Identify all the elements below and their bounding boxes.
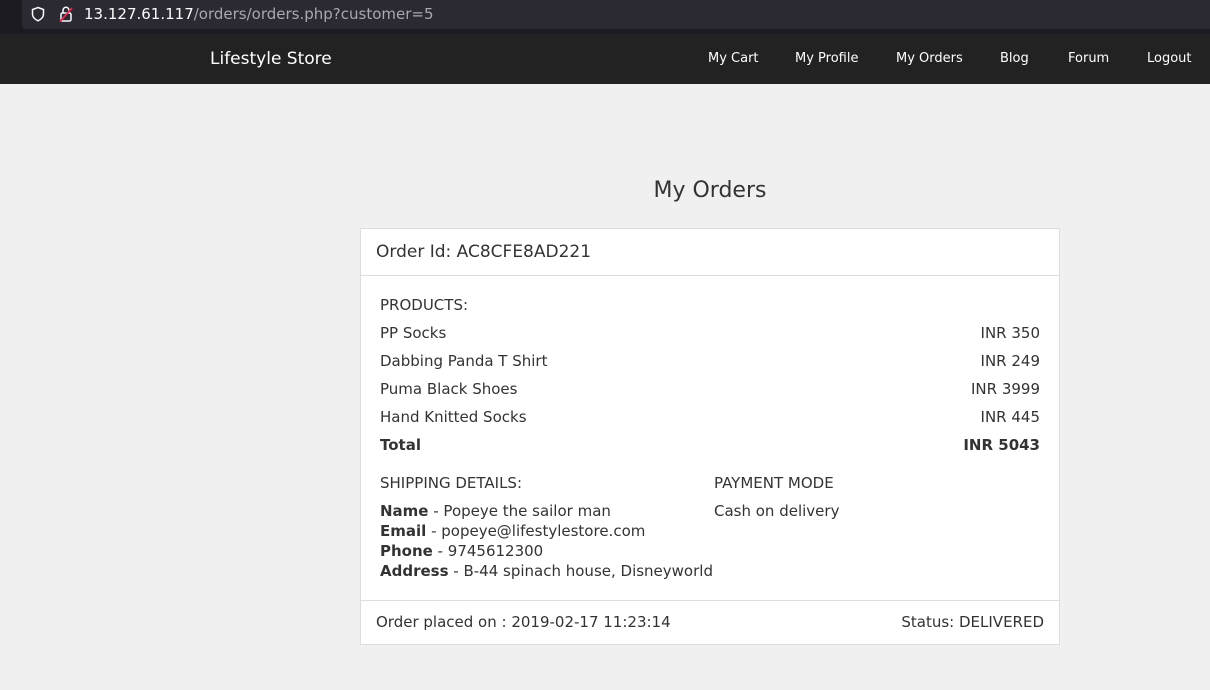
nav-my-cart[interactable]: My Cart	[708, 50, 759, 68]
total-row: Total INR 5043	[380, 435, 1040, 455]
order-id: Order Id: AC8CFE8AD221	[361, 229, 1059, 276]
product-price: INR 249	[980, 352, 1040, 370]
order-panel: Order Id: AC8CFE8AD221 PRODUCTS: PP Sock…	[360, 228, 1060, 645]
shipping-title: SHIPPING DETAILS:	[380, 474, 522, 492]
shipping-address-value: - B-44 spinach house, Disneyworld	[448, 562, 713, 580]
page-title: My Orders	[653, 178, 767, 203]
product-row: PP Socks INR 350	[380, 323, 1040, 343]
shipping-address: Address - B-44 spinach house, Disneyworl…	[380, 561, 713, 581]
products-title: PRODUCTS:	[380, 296, 469, 314]
order-placed-on: Order placed on : 2019-02-17 11:23:14	[376, 613, 671, 631]
order-body: PRODUCTS: PP Socks INR 350 Dabbing Panda…	[361, 276, 1059, 601]
nav-my-profile[interactable]: My Profile	[795, 50, 858, 68]
browser-toolbar: 13.127.61.117/orders/orders.php?customer…	[0, 0, 1210, 34]
shipping-phone-label: Phone	[380, 542, 433, 560]
shipping-name: Name - Popeye the sailor man	[380, 501, 611, 521]
url-host: 13.127.61.117	[84, 5, 194, 23]
product-row: Hand Knitted Socks INR 445	[380, 407, 1040, 427]
product-name: PP Socks	[380, 324, 447, 342]
order-footer: Order placed on : 2019-02-17 11:23:14 St…	[361, 601, 1059, 644]
url-path: /orders/orders.php?customer=5	[193, 5, 434, 23]
nav-logout[interactable]: Logout	[1147, 50, 1192, 68]
nav-my-orders[interactable]: My Orders	[896, 50, 963, 68]
shipping-phone-value: - 9745612300	[432, 542, 544, 560]
url-text[interactable]: 13.127.61.117/orders/orders.php?customer…	[84, 5, 434, 23]
navbar: Lifestyle Store My Cart My Profile My Or…	[0, 34, 1210, 84]
product-row: Puma Black Shoes INR 3999	[380, 379, 1040, 399]
product-price: INR 3999	[970, 380, 1040, 398]
product-row: Dabbing Panda T Shirt INR 249	[380, 351, 1040, 371]
total-label: Total	[380, 436, 421, 454]
shipping-name-value: - Popeye the sailor man	[428, 502, 611, 520]
total-value: INR 5043	[963, 436, 1040, 454]
shipping-name-label: Name	[380, 502, 429, 520]
shipping-email-value: - popeye@lifestylestore.com	[426, 522, 646, 540]
product-price: INR 350	[980, 324, 1040, 342]
order-status: Status: DELIVERED	[901, 613, 1044, 631]
lock-icon[interactable]	[58, 5, 74, 23]
shipping-email-label: Email	[380, 522, 427, 540]
payment-value: Cash on delivery	[714, 502, 840, 520]
product-name: Puma Black Shoes	[380, 380, 518, 398]
shipping-phone: Phone - 9745612300	[380, 541, 543, 561]
address-bar[interactable]: 13.127.61.117/orders/orders.php?customer…	[22, 0, 1210, 29]
shipping-address-label: Address	[380, 562, 449, 580]
product-name: Hand Knitted Socks	[380, 408, 527, 426]
product-name: Dabbing Panda T Shirt	[380, 352, 548, 370]
nav-blog[interactable]: Blog	[1000, 50, 1029, 68]
nav-forum[interactable]: Forum	[1068, 50, 1109, 68]
shield-icon[interactable]	[30, 6, 46, 22]
nav-links: My Cart My Profile My Orders Blog Forum …	[0, 50, 1210, 70]
shipping-email: Email - popeye@lifestylestore.com	[380, 521, 645, 541]
payment-title: PAYMENT MODE	[714, 474, 834, 492]
product-price: INR 445	[980, 408, 1040, 426]
